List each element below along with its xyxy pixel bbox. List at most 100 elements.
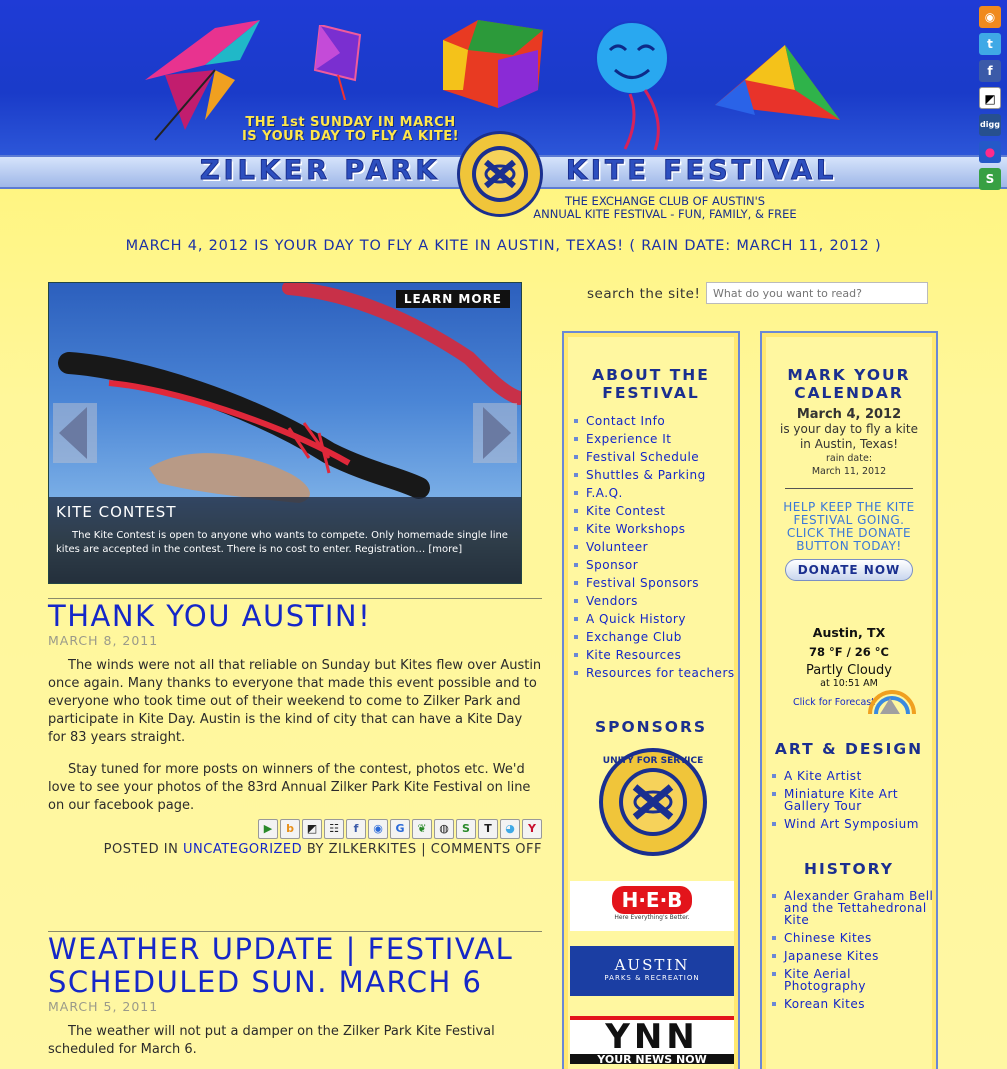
stumbleupon-icon[interactable]: S <box>979 168 1001 190</box>
history-item[interactable]: Korean Kites <box>762 998 936 1010</box>
history-item[interactable]: Japanese Kites <box>762 950 936 962</box>
site-title-right[interactable]: KITE FESTIVAL <box>565 155 837 187</box>
about-item[interactable]: Shuttles & Parking <box>564 466 738 484</box>
about-item[interactable]: A Quick History <box>564 610 738 628</box>
post-title[interactable]: WEATHER UPDATE | FESTIVAL SCHEDULED SUN.… <box>48 933 542 999</box>
slider-caption-title[interactable]: KITE CONTEST <box>56 503 516 521</box>
share-reddit-icon[interactable]: ◍ <box>434 819 454 839</box>
share-blinklist-icon[interactable]: b <box>280 819 300 839</box>
ynn-logo-text: YNN <box>570 1016 734 1054</box>
history-item[interactable]: Chinese Kites <box>762 932 936 944</box>
share-play-icon[interactable]: ▶ <box>258 819 278 839</box>
austin-parks-sponsor-logo[interactable]: AUSTIN PARKS & RECREATION <box>570 946 734 996</box>
share-yahoo-icon[interactable]: Y <box>522 819 542 839</box>
rss-icon[interactable]: ◉ <box>979 6 1001 28</box>
festival-date: March 4, 2012 <box>796 407 902 422</box>
donate-button[interactable]: DONATE NOW <box>785 559 913 581</box>
slider-prev-arrow-icon[interactable] <box>53 403 97 463</box>
sidebar-calendar: MARK YOUR CALENDAR March 4, 2012 is your… <box>760 331 938 1069</box>
about-item[interactable]: Sponsor <box>564 556 738 574</box>
about-item[interactable]: Exchange Club <box>564 628 738 646</box>
slider-next-arrow-icon[interactable] <box>473 403 517 463</box>
digg-icon[interactable]: digg <box>979 114 1001 136</box>
art-item[interactable]: Wind Art Symposium <box>762 818 936 830</box>
tagline-line-2: IS YOUR DAY TO FLY A KITE! <box>241 129 460 144</box>
about-item[interactable]: Kite Resources <box>564 646 738 664</box>
about-item[interactable]: Festival Schedule <box>564 448 738 466</box>
heb-tagline: Here Everything's Better. <box>614 914 690 921</box>
post-weather-update: WEATHER UPDATE | FESTIVAL SCHEDULED SUN.… <box>48 931 542 1069</box>
diamond-kite-image <box>313 25 362 100</box>
history-title: HISTORY <box>804 860 894 878</box>
delta-kite-image <box>715 45 840 120</box>
rain-date-label: rain date: <box>825 453 873 464</box>
twitter-icon[interactable]: t <box>979 33 1001 55</box>
share-technorati-icon[interactable]: T <box>478 819 498 839</box>
about-item[interactable]: Kite Workshops <box>564 520 738 538</box>
share-delicious-icon[interactable]: ◩ <box>302 819 322 839</box>
sponsor-seal-text: UNITY FOR SERVICE <box>603 756 703 766</box>
share-digg-icon[interactable]: ☷ <box>324 819 344 839</box>
about-item[interactable]: F.A.Q. <box>564 484 738 502</box>
share-stumbleupon-icon[interactable]: S <box>456 819 476 839</box>
art-item[interactable]: Miniature Kite Art Gallery Tour <box>762 788 936 812</box>
about-item[interactable]: Vendors <box>564 592 738 610</box>
share-aim-icon[interactable]: ◉ <box>368 819 388 839</box>
post-paragraph: Stay tuned for more posts on winners of … <box>48 762 531 813</box>
announcement: MARCH 4, 2012 IS YOUR DAY TO FLY A KITE … <box>125 238 882 254</box>
subtitle-line-2: ANNUAL KITE FESTIVAL - FUN, FAMILY, & FR… <box>533 207 797 221</box>
flickr-icon[interactable]: ● <box>979 141 1001 163</box>
subtitle: THE EXCHANGE CLUB OF AUSTIN'S ANNUAL KIT… <box>500 195 830 221</box>
history-list: Alexander Graham Bell and the Tettahedro… <box>762 890 936 1010</box>
tagline-line-1: THE 1st SUNDAY IN MARCH <box>245 115 456 130</box>
heb-logo-text: H·E·B <box>611 886 693 914</box>
about-list: Contact Info Experience It Festival Sche… <box>564 412 738 682</box>
share-twitter-icon[interactable]: ◕ <box>500 819 520 839</box>
face-kite-image <box>595 21 669 150</box>
posted-in-label: POSTED IN <box>103 842 179 857</box>
weather-widget[interactable]: Austin, TX 78 °F / 26 °C Partly Cloudy a… <box>762 625 936 715</box>
about-item[interactable]: Contact Info <box>564 412 738 430</box>
about-item[interactable]: Festival Sponsors <box>564 574 738 592</box>
meta-separator: | <box>421 842 427 857</box>
delicious-icon[interactable]: ◩ <box>979 87 1001 109</box>
about-item[interactable]: Experience It <box>564 430 738 448</box>
post-thank-you: THANK YOU AUSTIN! MARCH 8, 2011 The wind… <box>48 598 542 857</box>
ynn-sponsor-logo[interactable]: YNN YOUR NEWS NOW <box>570 1016 734 1064</box>
heb-sponsor-logo[interactable]: H·E·B Here Everything's Better. <box>570 881 734 931</box>
calendar-divider <box>785 488 913 489</box>
post-author: BY ZILKERKITES <box>306 842 417 857</box>
search-input[interactable] <box>706 282 928 304</box>
slider-caption: KITE CONTEST The Kite Contest is open to… <box>49 497 521 583</box>
slider-caption-text: The Kite Contest is open to anyone who w… <box>56 529 516 557</box>
slider-more-link[interactable]: [more] <box>428 544 462 555</box>
facebook-icon[interactable]: f <box>979 60 1001 82</box>
rain-date: March 11, 2012 <box>811 466 887 477</box>
share-facebook-icon[interactable]: f <box>346 819 366 839</box>
sponsors-title: SPONSORS <box>594 718 708 736</box>
about-item[interactable]: Volunteer <box>564 538 738 556</box>
art-item[interactable]: A Kite Artist <box>762 770 936 782</box>
featured-slider[interactable]: LEARN MORE KITE CONTEST The Kite Contest… <box>48 282 522 584</box>
history-item[interactable]: Kite Aerial Photography <box>762 968 936 992</box>
social-icons: ◉ t f ◩ digg ● S <box>979 6 1003 195</box>
learn-more-button[interactable]: LEARN MORE <box>395 290 510 308</box>
art-title: ART & DESIGN <box>774 740 924 758</box>
share-google-icon[interactable]: G <box>390 819 410 839</box>
calendar-widget: March 4, 2012 is your day to fly a kite … <box>762 407 936 489</box>
site-title-left[interactable]: ZILKER PARK <box>199 155 440 187</box>
search-label: search the site! <box>587 286 701 302</box>
ynn-logo-sub: YOUR NEWS NOW <box>570 1054 734 1064</box>
austin-logo-text: AUSTIN <box>614 956 690 974</box>
history-item[interactable]: Alexander Graham Bell and the Tettahedro… <box>762 890 936 926</box>
post-title[interactable]: THANK YOU AUSTIN! <box>48 600 542 633</box>
about-title: ABOUT THE FESTIVAL <box>592 366 710 402</box>
share-evernote-icon[interactable]: ❦ <box>412 819 432 839</box>
about-item[interactable]: Kite Contest <box>564 502 738 520</box>
donate-message: HELP KEEP THE KITE FESTIVAL GOING. CLICK… <box>783 500 915 553</box>
post-date: MARCH 5, 2011 <box>48 999 159 1014</box>
weather-condition: Partly Cloudy <box>806 663 892 678</box>
about-item[interactable]: Resources for teachers <box>564 664 738 682</box>
exchange-club-sponsor-logo[interactable]: UNITY FOR SERVICE <box>598 747 708 857</box>
category-link[interactable]: UNCATEGORIZED <box>183 842 302 857</box>
